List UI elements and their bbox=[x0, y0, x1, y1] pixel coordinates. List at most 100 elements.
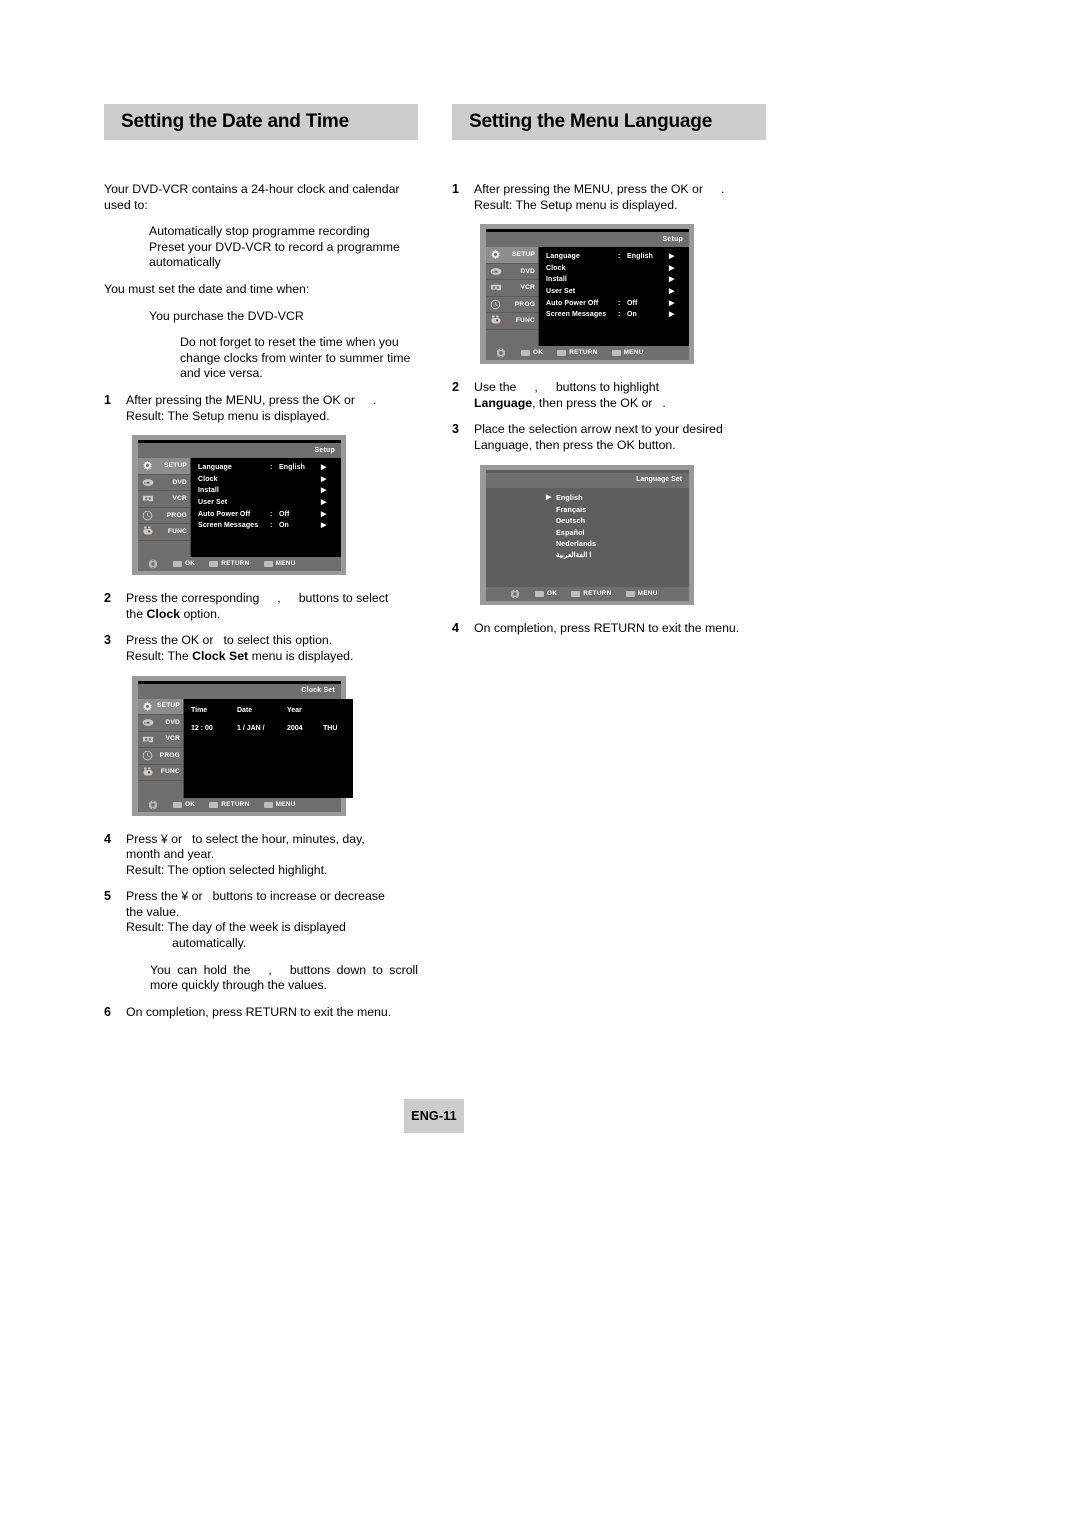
setup-menu-screenshot: Setup SETUP DVD DVD VCR VCR PROG FUNC La… bbox=[132, 435, 346, 576]
menu-button-label: MENU bbox=[275, 800, 296, 808]
return-button[interactable]: RETURN bbox=[209, 797, 249, 813]
clock-header-time: Time bbox=[190, 706, 208, 714]
dpad-icon bbox=[146, 559, 159, 570]
menu-button-icon bbox=[263, 561, 273, 568]
ok-button[interactable]: OK bbox=[535, 586, 557, 602]
step-text-part: After pressing the MENU, press the OK or bbox=[126, 392, 355, 407]
screen-title-bar: Setup bbox=[486, 232, 689, 248]
sidebar-item-label: SETUP bbox=[164, 462, 187, 470]
step-text-bold: Clock bbox=[146, 606, 181, 621]
ok-button[interactable]: OK bbox=[173, 556, 195, 572]
menu-button[interactable]: MENU bbox=[263, 556, 296, 572]
sidebar-item-func[interactable]: FUNC bbox=[486, 313, 538, 330]
sidebar-item-prog[interactable]: PROG bbox=[138, 748, 183, 765]
result-label: Result: bbox=[126, 862, 165, 877]
step-text: Press the corresponding, buttons to selec… bbox=[126, 591, 418, 622]
step-text-part: buttons to increase or decrease bbox=[212, 889, 385, 904]
step-number: 1 bbox=[452, 182, 460, 196]
sidebar-item-setup[interactable]: SETUP bbox=[138, 698, 183, 715]
screen-sidebar: SETUP DVD DVD VCR VCR PROG FUNC bbox=[486, 247, 539, 347]
step-text-part: . bbox=[372, 392, 377, 407]
section-heading-menu-language: Setting the Menu Language bbox=[452, 104, 766, 140]
step-text-part: Press the OK or bbox=[126, 633, 214, 648]
step-text-part: After pressing the MENU, press the OK or bbox=[474, 182, 703, 196]
return-button-icon bbox=[557, 350, 567, 357]
step-number: 6 bbox=[104, 1004, 112, 1019]
clock-icon bbox=[489, 299, 502, 310]
step-text-part: , bbox=[534, 380, 538, 395]
screen-title: Clock Set bbox=[301, 687, 335, 695]
step-text-part: Language, then press the OK button. bbox=[474, 437, 676, 452]
menu-colon: : bbox=[270, 464, 273, 472]
step-text: Use the, buttons to highlight Language, t… bbox=[474, 380, 766, 411]
sidebar-item-dvd[interactable]: DVD DVD bbox=[138, 475, 190, 492]
ok-button[interactable]: OK bbox=[173, 797, 195, 813]
step-text-part: , bbox=[277, 591, 281, 606]
menu-button[interactable]: MENU bbox=[625, 586, 658, 602]
sidebar-item-label: SETUP bbox=[512, 251, 535, 259]
left-column: Setting the Date and Time Your DVD-VCR c… bbox=[104, 104, 418, 1031]
section-heading-date-time: Setting the Date and Time bbox=[104, 104, 418, 140]
ok-button-icon bbox=[173, 801, 182, 808]
clock-value-time[interactable]: 12 : 00 bbox=[191, 721, 237, 737]
language-option-arabic[interactable]: ا الفةالعربية bbox=[546, 550, 689, 561]
sidebar-item-setup[interactable]: SETUP bbox=[486, 247, 538, 264]
sidebar-item-prog[interactable]: PROG bbox=[486, 297, 538, 314]
clock-value-date[interactable]: 1 / JAN / bbox=[237, 721, 287, 737]
ok-button[interactable]: OK bbox=[521, 345, 543, 361]
sidebar-item-func[interactable]: FUNC bbox=[138, 765, 183, 781]
menu-row[interactable]: Screen Messages : On ▶ bbox=[546, 309, 689, 321]
menu-row[interactable]: Screen Messages : On ▶ bbox=[198, 520, 341, 532]
sidebar-item-label: FUNC bbox=[167, 528, 187, 536]
svg-text:DVD: DVD bbox=[143, 721, 149, 725]
result-text: The Setup menu is displayed. bbox=[167, 408, 330, 423]
return-button[interactable]: RETURN bbox=[209, 556, 249, 572]
step-text: After pressing the MENU, press the OK or… bbox=[474, 182, 766, 213]
step-text-part: You can hold the bbox=[150, 962, 251, 977]
ok-button-icon bbox=[173, 561, 182, 568]
return-button[interactable]: RETURN bbox=[557, 345, 597, 361]
right-body: 1 After pressing the MENU, press the OK … bbox=[452, 182, 766, 636]
gear-icon bbox=[141, 460, 154, 471]
sidebar-item-setup[interactable]: SETUP bbox=[138, 458, 190, 475]
language-set-screenshot: Language Set ▶ English Français Deutsch … bbox=[480, 464, 694, 605]
return-button[interactable]: RETURN bbox=[571, 586, 611, 602]
result-text: menu is displayed. bbox=[251, 648, 354, 663]
sidebar-item-vcr[interactable]: VCR VCR bbox=[138, 491, 190, 508]
menu-button[interactable]: MENU bbox=[611, 345, 644, 361]
screen-content: Time Date Year 12 : 00 1 / JAN / 2004 TH… bbox=[183, 698, 353, 798]
reset-time-note: Do not forget to reset the time when you… bbox=[180, 335, 411, 381]
screen-content: Language : English ▶ Clock ▶ Install ▶ U… bbox=[539, 247, 689, 347]
step-text-part: , bbox=[268, 962, 272, 977]
return-button-icon bbox=[209, 801, 219, 808]
clock-header-date: Date bbox=[236, 706, 253, 714]
screen-title: Setup bbox=[662, 235, 683, 243]
clock-value-year[interactable]: 2004 bbox=[287, 721, 323, 737]
result-label: Result: bbox=[126, 408, 165, 423]
must-set-paragraph: You must set the date and time when: bbox=[104, 281, 310, 296]
step-text-part: the value. bbox=[126, 904, 180, 919]
language-option-list: ▶ English Français Deutsch Español Neder… bbox=[486, 487, 689, 587]
sidebar-item-vcr[interactable]: VCR VCR bbox=[138, 732, 183, 748]
step-number: 2 bbox=[452, 380, 460, 395]
step-text-part: Press ¥ or bbox=[126, 831, 183, 846]
sidebar-item-dvd[interactable]: DVD DVD bbox=[486, 264, 538, 281]
menu-button-label: MENU bbox=[637, 589, 658, 597]
menu-label: Screen Messages bbox=[546, 311, 607, 319]
dvd-disc-icon: DVD bbox=[489, 266, 502, 277]
manual-page: Setting the Date and Time Your DVD-VCR c… bbox=[0, 0, 1080, 1528]
step-text-part: . bbox=[662, 395, 666, 410]
sidebar-item-func[interactable]: FUNC bbox=[138, 524, 190, 541]
screen-button-bar: OK RETURN MENU bbox=[138, 556, 341, 572]
sidebar-item-label: FUNC bbox=[515, 317, 535, 325]
sidebar-item-prog[interactable]: PROG bbox=[138, 508, 190, 525]
vcr-cassette-icon: VCR bbox=[141, 734, 154, 745]
menu-button[interactable]: MENU bbox=[263, 797, 296, 813]
sidebar-item-dvd[interactable]: DVD DVD bbox=[138, 715, 183, 732]
step-row: 4 Press ¥ or to select the hour, minutes,… bbox=[104, 832, 418, 879]
step-text-part: the bbox=[126, 606, 144, 621]
sidebar-item-vcr[interactable]: VCR VCR bbox=[486, 280, 538, 297]
clock-value-weekday: THU bbox=[322, 725, 338, 733]
step-text-bold: Language bbox=[474, 395, 533, 410]
screen-title: Setup bbox=[314, 446, 335, 454]
